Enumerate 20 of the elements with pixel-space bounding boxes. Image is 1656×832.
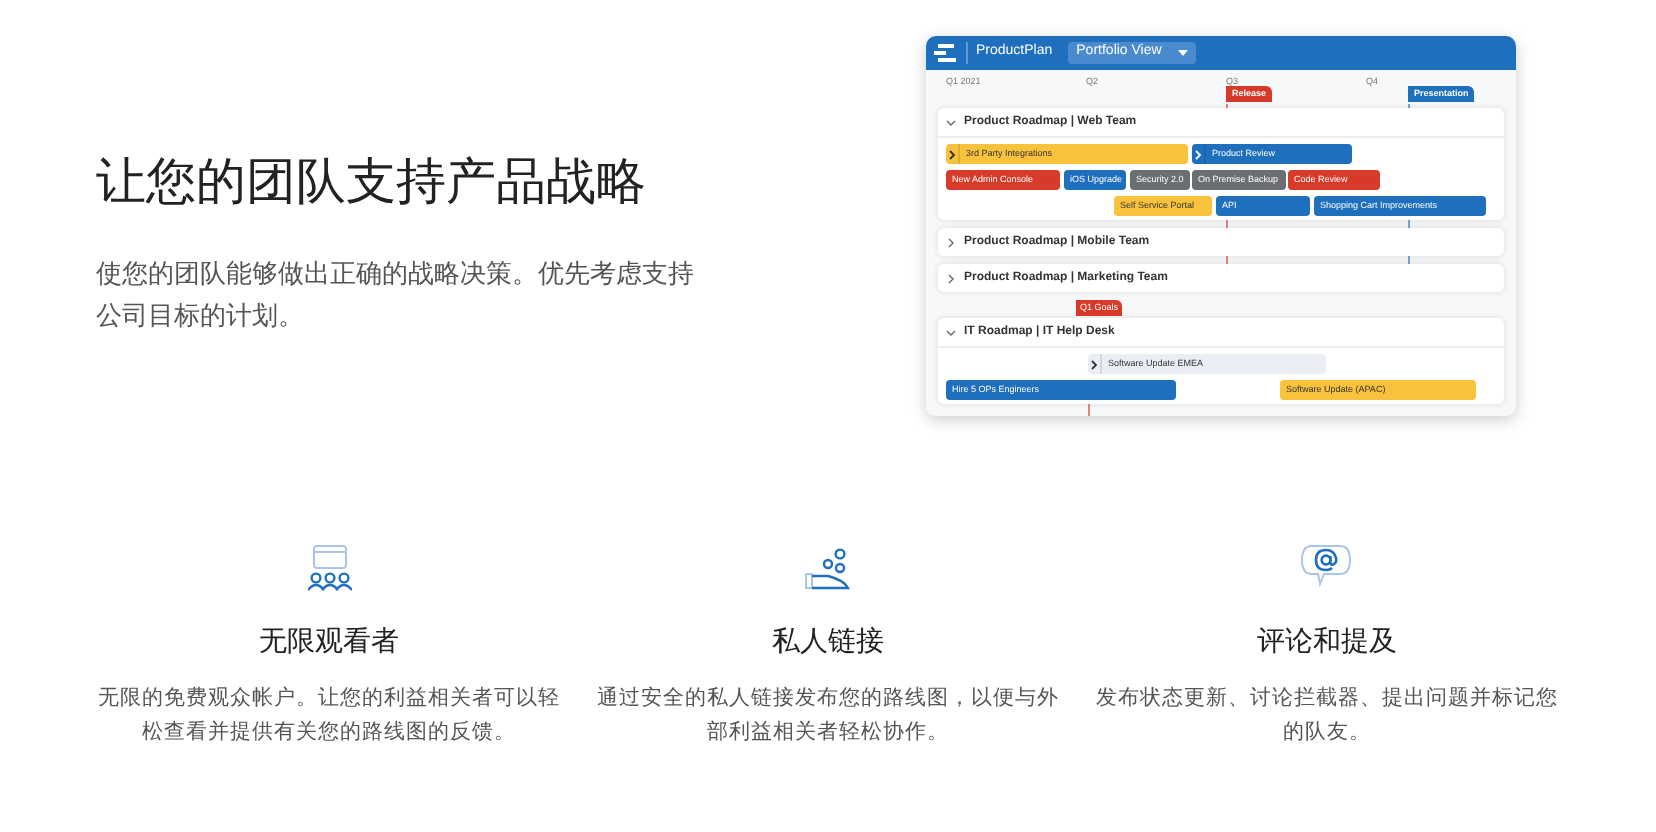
chevron-right-icon [946, 237, 956, 247]
mention-bubble-icon [1300, 544, 1353, 592]
feature-title: 私人链接 [771, 622, 884, 660]
feature-description: 无限的免费观众帐户。让您的利益相关者可以轻松查看并提供有关您的路线图的反馈。 [96, 684, 563, 748]
hero-description: 使您的团队能够做出正确的战略决策。优先考虑支持公司目标的计划。 [96, 256, 696, 334]
feature-description: 发布状态更新、讨论拦截器、提出问题并标记您的队友。 [1093, 684, 1560, 748]
viewers-icon [307, 544, 352, 592]
logo-icon [934, 44, 958, 62]
chevron-icon [946, 144, 960, 164]
feature-title: 评论和提及 [1256, 622, 1397, 660]
chevron-icon [1088, 354, 1102, 374]
chevron-right-icon [946, 273, 956, 283]
hand-coins-icon [803, 548, 852, 592]
feature-title: 无限观看者 [259, 622, 400, 660]
chevron-icon [1192, 144, 1206, 164]
caret-icon [1177, 50, 1188, 56]
chevron-down-icon [946, 327, 956, 337]
hero-title: 让您的团队支持产品战略 [96, 152, 648, 214]
chevron-down-icon [946, 117, 956, 127]
feature-description: 通过安全的私人链接发布您的路线图，以便与外部利益相关者轻松协作。 [594, 684, 1061, 748]
